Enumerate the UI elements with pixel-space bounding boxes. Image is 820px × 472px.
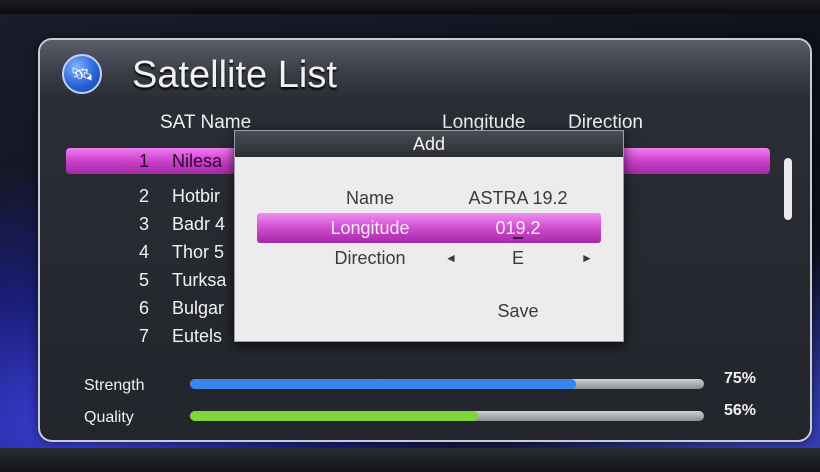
name-label: Name xyxy=(345,188,394,208)
row-number: 7 xyxy=(138,326,149,346)
dialog-title: Add xyxy=(235,131,623,157)
row-sat-name: Bulgar xyxy=(172,298,225,318)
quality-label: Quality xyxy=(84,409,134,426)
longitude-input[interactable]: 019.2 xyxy=(443,218,593,239)
direction-row[interactable]: Direction ◄ E ► xyxy=(235,243,623,273)
strength-percent: 75% xyxy=(724,370,757,387)
row-sat-name: Turksa xyxy=(172,270,227,290)
strength-label: Strength xyxy=(84,377,145,394)
row-sat-name: Thor 5 xyxy=(172,242,225,262)
save-button[interactable]: Save xyxy=(473,301,563,322)
quality-bar xyxy=(190,411,704,421)
list-scrollbar[interactable] xyxy=(784,158,792,220)
right-arrow-icon[interactable]: ► xyxy=(581,251,593,265)
row-number: 2 xyxy=(138,186,149,206)
strength-bar-fill xyxy=(190,379,576,389)
row-number: 1 xyxy=(138,151,149,171)
quality-percent: 56% xyxy=(724,402,757,419)
row-number: 4 xyxy=(138,242,149,262)
row-sat-name: Eutels xyxy=(172,326,223,346)
name-row[interactable]: Name ASTRA 19.2 xyxy=(235,183,623,213)
direction-value[interactable]: E xyxy=(443,248,593,269)
row-sat-name: Hotbir xyxy=(172,186,221,206)
add-satellite-dialog: Add Name ASTRA 19.2 Longitude 019.2 Dire… xyxy=(234,130,624,342)
longitude-row[interactable]: Longitude 019.2 xyxy=(257,213,601,243)
row-number: 6 xyxy=(138,298,149,318)
row-number: 5 xyxy=(138,270,149,290)
row-sat-name: Nilesa xyxy=(172,151,223,171)
row-sat-name: Badr 4 xyxy=(172,214,226,234)
page-title: Satellite List xyxy=(132,54,337,96)
name-value[interactable]: ASTRA 19.2 xyxy=(443,188,593,209)
text-cursor xyxy=(513,237,523,239)
satellite-icon: 🛰 xyxy=(62,54,102,94)
tv-bezel-bottom xyxy=(0,448,820,472)
longitude-label: Longitude xyxy=(330,218,410,238)
row-number: 3 xyxy=(138,214,149,234)
panel-header: 🛰 Satellite List xyxy=(40,40,810,102)
tv-bezel-top xyxy=(0,0,820,14)
strength-bar xyxy=(190,379,704,389)
direction-label: Direction xyxy=(334,248,406,268)
quality-bar-fill xyxy=(190,411,478,421)
